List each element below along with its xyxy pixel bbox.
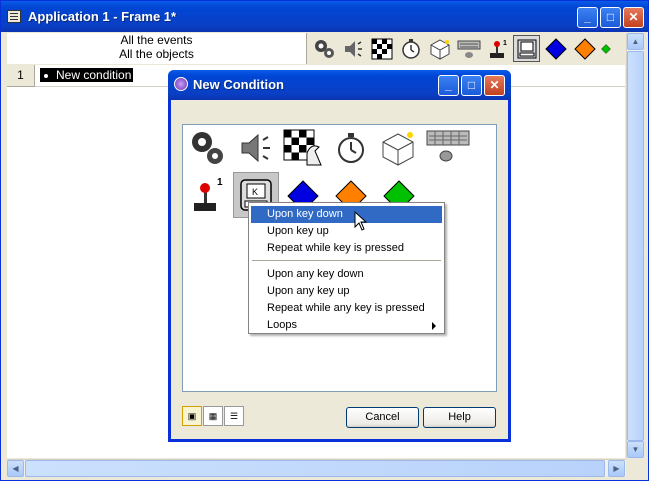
chess-board-icon[interactable] (281, 127, 325, 169)
chess-board-icon[interactable] (368, 35, 395, 62)
orange-diamond-icon[interactable] (571, 35, 598, 62)
speaker-icon[interactable] (233, 127, 277, 169)
speaker-icon[interactable] (339, 35, 366, 62)
dialog-titlebar[interactable]: New Condition _ □ ✕ (168, 70, 511, 100)
event-header: All the events All the objects (7, 33, 307, 64)
menu-item-upon-any-key-down[interactable]: Upon any key down (251, 266, 442, 283)
joystick-badge: 1 (217, 177, 223, 188)
submenu-arrow-icon (432, 322, 436, 330)
dialog-title: New Condition (193, 77, 284, 92)
view-mode-buttons: ▣ ▦ ☰ (182, 406, 244, 426)
box-icon[interactable] (377, 127, 421, 169)
view-list-icon[interactable]: ☰ (224, 406, 244, 426)
app-window-icon[interactable] (7, 10, 21, 23)
all-objects-label: All the objects (119, 47, 194, 61)
stopwatch-icon[interactable] (397, 35, 424, 62)
vertical-scrollbar[interactable]: ▲ ▼ (626, 33, 644, 458)
dialog-maximize-button[interactable]: □ (461, 75, 482, 96)
menu-item-repeat-while-any-key-pressed[interactable]: Repeat while any key is pressed (251, 300, 442, 317)
maximize-button[interactable]: □ (600, 7, 621, 28)
bullet-icon (44, 73, 48, 78)
box-icon[interactable] (426, 35, 453, 62)
row-number[interactable]: 1 (7, 65, 35, 87)
joystick-icon[interactable]: 1 (185, 175, 229, 217)
blue-diamond-icon[interactable] (542, 35, 569, 62)
main-titlebar[interactable]: Application 1 - Frame 1* _ □ ✕ (1, 1, 648, 32)
mouse-cursor-icon (354, 211, 368, 231)
all-events-label: All the events (120, 33, 193, 47)
svg-text:1: 1 (503, 40, 507, 47)
gear-icon[interactable] (310, 35, 337, 62)
scroll-left-button[interactable]: ◀ (7, 460, 24, 477)
dialog-close-button[interactable]: ✕ (484, 75, 505, 96)
close-button[interactable]: ✕ (623, 7, 644, 28)
menu-separator (252, 260, 441, 261)
menu-item-repeat-while-key-pressed[interactable]: Repeat while key is pressed (251, 240, 442, 257)
keyboard-mouse-icon[interactable] (455, 35, 482, 62)
joystick-icon[interactable]: 1 (484, 35, 511, 62)
green-diamond-icon[interactable] (600, 35, 612, 62)
help-button[interactable]: Help (423, 407, 496, 428)
gear-icon[interactable] (185, 127, 229, 169)
view-large-icons-icon[interactable]: ▣ (182, 406, 202, 426)
new-condition-cell[interactable]: New condition (40, 68, 134, 82)
new-condition-label: New condition (56, 68, 132, 82)
loops-label: Loops (267, 319, 297, 331)
scroll-right-button[interactable]: ▶ (608, 460, 625, 477)
dialog-app-icon (174, 77, 188, 91)
key-letter: K (252, 187, 258, 197)
key-conditions-menu: Upon key down Upon key up Repeat while k… (248, 202, 445, 334)
main-window-title: Application 1 - Frame 1* (28, 9, 177, 24)
cancel-button[interactable]: Cancel (346, 407, 419, 428)
vertical-scroll-thumb[interactable] (627, 51, 644, 441)
object-toolbar: 1 (308, 33, 628, 64)
view-small-icons-icon[interactable]: ▦ (203, 406, 223, 426)
menu-item-loops[interactable]: Loops (251, 317, 442, 334)
keyboard-key-icon[interactable] (513, 35, 540, 62)
scroll-down-button[interactable]: ▼ (627, 441, 644, 458)
minimize-button[interactable]: _ (577, 7, 598, 28)
scroll-up-button[interactable]: ▲ (627, 33, 644, 50)
horizontal-scroll-thumb[interactable] (25, 460, 605, 477)
dialog-minimize-button[interactable]: _ (438, 75, 459, 96)
menu-item-upon-any-key-up[interactable]: Upon any key up (251, 283, 442, 300)
menu-item-upon-key-down[interactable]: Upon key down (251, 206, 442, 223)
keyboard-mouse-icon[interactable] (425, 127, 471, 169)
stopwatch-icon[interactable] (329, 127, 373, 169)
menu-item-upon-key-up[interactable]: Upon key up (251, 223, 442, 240)
horizontal-scrollbar[interactable]: ◀ ▶ (7, 459, 626, 477)
